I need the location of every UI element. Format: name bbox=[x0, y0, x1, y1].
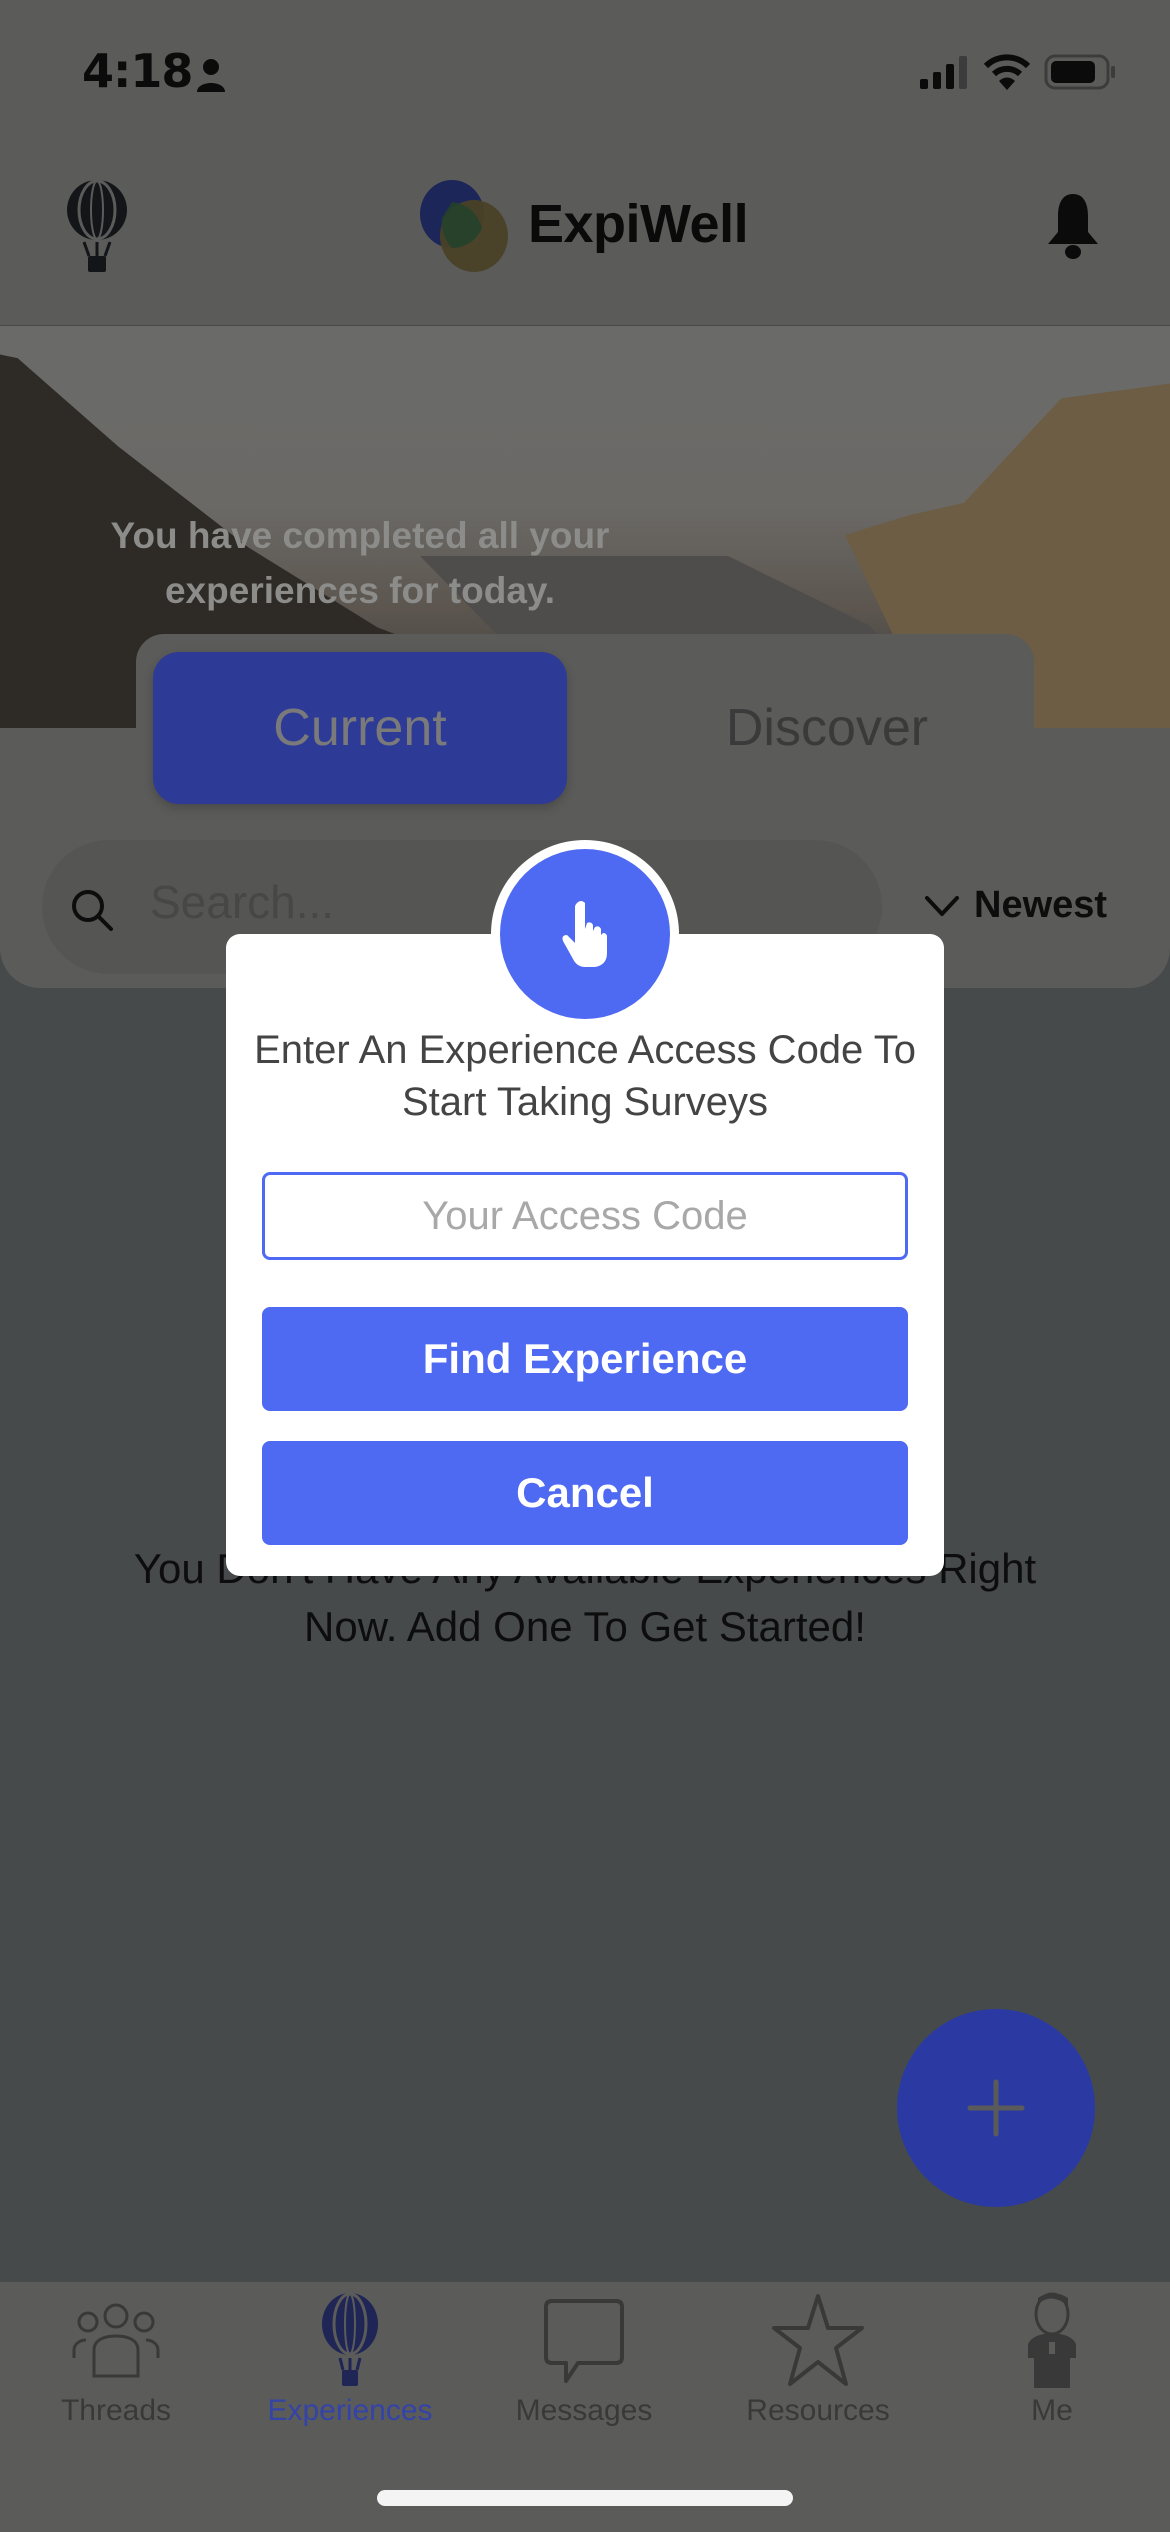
speech-bubble-icon bbox=[544, 2299, 624, 2383]
nav-label: Resources bbox=[746, 2394, 890, 2427]
plus-icon bbox=[967, 2079, 1025, 2137]
nav-experiences[interactable]: Experiences bbox=[250, 2292, 450, 2432]
nav-me[interactable]: Me bbox=[952, 2292, 1152, 2432]
sort-label: Newest bbox=[974, 884, 1108, 926]
tab-current[interactable]: Current bbox=[153, 652, 567, 804]
hot-air-balloon-icon[interactable] bbox=[64, 178, 130, 272]
cancel-button[interactable]: Cancel bbox=[262, 1441, 908, 1545]
hero-message: You have completed all your experiences … bbox=[110, 515, 610, 611]
tab-discover[interactable]: Discover bbox=[620, 652, 1034, 804]
home-indicator bbox=[377, 2490, 793, 2506]
nav-label: Threads bbox=[60, 2394, 172, 2427]
modal-badge bbox=[500, 849, 670, 1019]
person-icon bbox=[197, 59, 225, 92]
nav-resources[interactable]: Resources bbox=[718, 2292, 918, 2432]
nav-threads[interactable]: Threads bbox=[16, 2292, 216, 2432]
pointing-hand-icon bbox=[562, 901, 607, 967]
chevron-down-icon bbox=[925, 895, 959, 916]
wifi-icon bbox=[984, 54, 1030, 90]
status-icons bbox=[920, 54, 1116, 90]
nav-messages[interactable]: Messages bbox=[484, 2292, 684, 2432]
person-avatar-icon bbox=[1028, 2292, 1076, 2388]
add-experience-button[interactable] bbox=[897, 2009, 1095, 2207]
expiwell-logo bbox=[420, 180, 508, 272]
find-experience-button[interactable]: Find Experience bbox=[262, 1307, 908, 1411]
bell-icon[interactable] bbox=[1044, 192, 1102, 260]
status-time: 4:18 bbox=[82, 44, 193, 98]
sort-dropdown[interactable]: Newest bbox=[924, 884, 1107, 927]
search-placeholder: Search... bbox=[150, 876, 335, 928]
nav-label: Me bbox=[1031, 2394, 1073, 2427]
access-code-input[interactable] bbox=[262, 1172, 908, 1260]
search-icon bbox=[72, 890, 113, 931]
star-icon bbox=[772, 2294, 864, 2386]
hot-air-balloon-icon bbox=[322, 2292, 378, 2386]
users-group-icon bbox=[72, 2303, 160, 2378]
nav-label: Experiences bbox=[267, 2394, 433, 2427]
cellular-signal-icon bbox=[920, 56, 967, 89]
modal-title: Enter An Experience Access Code To Start… bbox=[254, 1028, 916, 1124]
battery-icon bbox=[1044, 54, 1115, 90]
app-name: ExpiWell bbox=[528, 194, 749, 254]
nav-label: Messages bbox=[515, 2394, 653, 2427]
